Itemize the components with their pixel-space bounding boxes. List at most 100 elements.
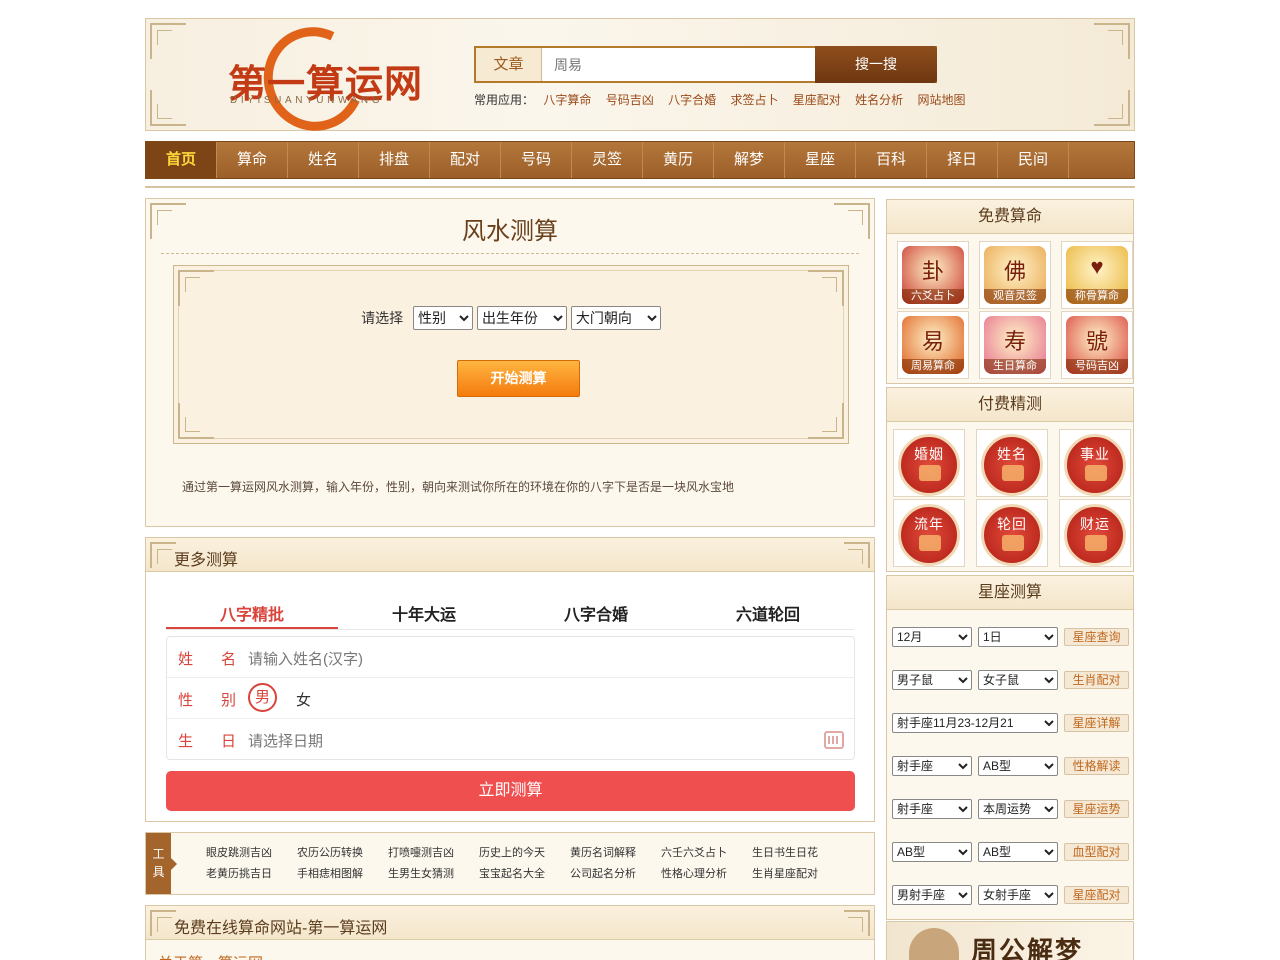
nav-item-dream[interactable]: 解梦 [714, 142, 785, 178]
paid-item[interactable]: 轮回 [976, 499, 1048, 567]
start-calculate-button[interactable]: 开始测算 [457, 360, 580, 397]
zodiac-action-button[interactable]: 星座运势 [1064, 800, 1129, 818]
tool-link[interactable]: 打喷嚏测吉凶 [388, 844, 454, 860]
tab-bazi-marriage[interactable]: 八字合婚 [510, 601, 682, 625]
tool-link[interactable]: 性格心理分析 [661, 865, 727, 881]
door-direction-select[interactable]: 大门朝向 [570, 306, 661, 330]
nav-item-name[interactable]: 姓名 [288, 142, 359, 178]
birth-date-input[interactable]: 请选择日期 [248, 730, 323, 751]
common-link-sitemap[interactable]: 网站地图 [918, 93, 966, 107]
free-app-item[interactable]: 佛观音灵签 [979, 241, 1051, 309]
free-app-item[interactable]: ♥ 称骨算命 [1061, 241, 1133, 309]
more-tests-panel: 更多测算 八字精批 十年大运 八字合婚 六道轮回 姓名 请输入姓名(汉字) 性别… [145, 537, 875, 822]
paid-item[interactable]: 婚姻 [893, 429, 965, 497]
paid-item[interactable]: 事业 [1059, 429, 1131, 497]
free-app-item[interactable]: 易周易算命 [897, 311, 969, 379]
common-link-marriage[interactable]: 八字合婚 [668, 93, 716, 107]
tool-link[interactable]: 历史上的今天 [479, 844, 545, 860]
paid-item-label: 财运 [1080, 517, 1110, 533]
birth-year-select[interactable]: 出生年份 [476, 306, 567, 330]
zodiac-select-secondary[interactable]: 女子鼠 [978, 670, 1058, 690]
tab-divider [166, 629, 854, 630]
zodiac-select-secondary[interactable]: AB型 [978, 756, 1058, 776]
common-link-zodiac-match[interactable]: 星座配对 [793, 93, 841, 107]
corner-ornament [808, 403, 844, 439]
name-input[interactable]: 请输入姓名(汉字) [248, 648, 363, 669]
common-link-bazi[interactable]: 八字算命 [543, 93, 591, 107]
search-button[interactable]: 搜一搜 [815, 46, 937, 83]
paid-item[interactable]: 姓名 [976, 429, 1048, 497]
zodiac-select-secondary[interactable]: 本周运势 [978, 799, 1058, 819]
nav-item-almanac[interactable]: 黄历 [643, 142, 714, 178]
corner-ornament [150, 910, 176, 936]
common-link-name-analysis[interactable]: 姓名分析 [855, 93, 903, 107]
nav-item-number[interactable]: 号码 [501, 142, 572, 178]
tab-bazi[interactable]: 八字精批 [166, 601, 338, 625]
logo-subtitle: DIYISUANYUNWANG [230, 95, 384, 106]
calendar-icon[interactable] [824, 731, 844, 749]
zodiac-action-button[interactable]: 星座配对 [1064, 886, 1129, 904]
tool-link[interactable]: 眼皮跳测吉凶 [206, 844, 272, 860]
zodiac-select-primary[interactable]: 12月 [892, 627, 972, 647]
zodiac-action-button[interactable]: 性格解读 [1064, 757, 1129, 775]
search-input[interactable] [542, 48, 815, 81]
search-category-select[interactable]: 文章 [476, 48, 542, 81]
nav-item-home[interactable]: 首页 [146, 142, 217, 178]
nav-item-wiki[interactable]: 百科 [856, 142, 927, 178]
gender-female-radio[interactable]: 女 [296, 689, 311, 710]
tool-link[interactable]: 农历公历转换 [297, 844, 363, 860]
zodiac-select-secondary[interactable]: AB型 [978, 842, 1058, 862]
zodiac-select-primary[interactable]: 射手座 [892, 799, 972, 819]
nav-item-zodiac[interactable]: 星座 [785, 142, 856, 178]
common-link-number[interactable]: 号码吉凶 [606, 93, 654, 107]
zhougong-dream-banner[interactable]: 周公解梦 [886, 921, 1134, 960]
paid-item[interactable]: 流年 [893, 499, 965, 567]
zodiac-select-primary[interactable]: AB型 [892, 842, 972, 862]
nav-item-dates[interactable]: 择日 [927, 142, 998, 178]
tool-link[interactable]: 宝宝起名大全 [479, 865, 545, 881]
submit-calculate-button[interactable]: 立即测算 [166, 771, 855, 811]
free-app-item[interactable]: 寿生日算命 [979, 311, 1051, 379]
site-logo[interactable]: 第一算运网 DIYISUANYUNWANG [224, 13, 422, 145]
free-app-item[interactable]: 卦六爻占卜 [897, 241, 969, 309]
common-link-divination[interactable]: 求签占卜 [730, 93, 778, 107]
nav-item-match[interactable]: 配对 [430, 142, 501, 178]
nav-item-fortune[interactable]: 算命 [217, 142, 288, 178]
zodiac-action-button[interactable]: 星座查询 [1064, 628, 1129, 646]
paid-item[interactable]: 财运 [1059, 499, 1131, 567]
zodiac-action-button[interactable]: 星座详解 [1064, 714, 1129, 732]
tools-panel: 工具 眼皮跳测吉凶 农历公历转换 打喷嚏测吉凶 历史上的今天 黄历名词解释 六壬… [145, 832, 875, 895]
tool-link[interactable]: 手相痣相图解 [297, 865, 363, 881]
gender-select[interactable]: 性别 [413, 306, 474, 330]
panel-title-bar: 更多测算 [146, 538, 874, 572]
tool-link[interactable]: 黄历名词解释 [570, 844, 636, 860]
zodiac-select-primary[interactable]: 男子鼠 [892, 670, 972, 690]
zodiac-select-secondary[interactable]: 1日 [978, 627, 1058, 647]
nav-item-chart[interactable]: 排盘 [359, 142, 430, 178]
panel-title: 更多测算 [174, 552, 239, 569]
zodiac-action-button[interactable]: 生肖配对 [1064, 671, 1129, 689]
tool-link[interactable]: 生肖星座配对 [752, 865, 818, 881]
paid-item-decoration [1002, 535, 1024, 551]
zodiac-select-primary[interactable]: 男射手座 [892, 885, 972, 905]
zodiac-select-primary[interactable]: 射手座 [892, 756, 972, 776]
tool-link[interactable]: 老黄历挑吉日 [206, 865, 272, 881]
about-link[interactable]: 关于第一算运网 [158, 952, 263, 960]
paid-item-decoration [1002, 465, 1024, 481]
tool-link[interactable]: 六壬六爻占卜 [661, 844, 727, 860]
paid-item-badge-icon: 财运 [1064, 504, 1126, 566]
fengshui-choose-row: 请选择 性别 出生年份 大门朝向 [174, 306, 848, 330]
nav-item-folk[interactable]: 民间 [998, 142, 1069, 178]
zhougong-portrait-icon [909, 928, 959, 960]
tab-six-paths[interactable]: 六道轮回 [682, 601, 854, 625]
tab-ten-year-luck[interactable]: 十年大运 [338, 601, 510, 625]
gender-male-radio[interactable]: 男 [248, 683, 277, 712]
tool-link[interactable]: 生日书生日花 [752, 844, 818, 860]
zodiac-action-button[interactable]: 血型配对 [1064, 843, 1129, 861]
zodiac-select-secondary[interactable]: 女射手座 [978, 885, 1058, 905]
nav-item-oracle[interactable]: 灵签 [572, 142, 643, 178]
tool-link[interactable]: 公司起名分析 [570, 865, 636, 881]
tool-link[interactable]: 生男生女猜测 [388, 865, 454, 881]
zodiac-select-primary[interactable]: 射手座11月23-12月21 [892, 713, 1058, 733]
free-app-item[interactable]: 號号码吉凶 [1061, 311, 1133, 379]
